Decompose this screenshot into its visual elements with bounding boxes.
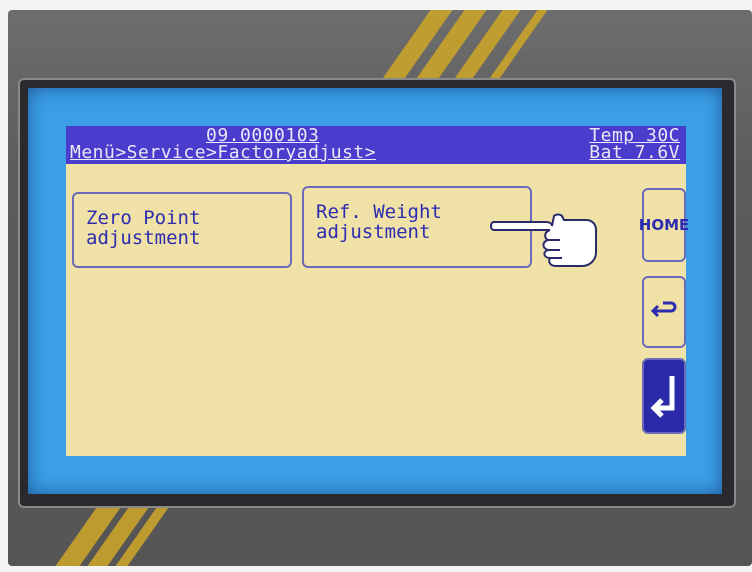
battery-readout: Bat 7.6V (589, 142, 680, 163)
menu-breadcrumb: Menü>Service>Factoryadjust> (70, 142, 377, 163)
zero-point-adjustment-button[interactable]: Zero Point adjustment (72, 192, 292, 268)
button-label-line1: Ref. Weight (316, 201, 442, 223)
status-header: 09.0000103 Menü>Service>Factoryadjust> T… (66, 126, 686, 164)
home-button[interactable]: HOME (639, 188, 689, 262)
enter-button[interactable] (642, 358, 686, 434)
button-label-line2: adjustment (86, 227, 201, 249)
lcd-content: 09.0000103 Menü>Service>Factoryadjust> T… (66, 126, 689, 456)
back-arrow-icon (650, 301, 677, 318)
button-label-line1: Zero Point (86, 207, 201, 229)
pointing-hand-icon (490, 213, 597, 267)
lcd-screen: 09.0000103 Menü>Service>Factoryadjust> T… (28, 88, 722, 494)
enter-arrow-icon (650, 376, 675, 418)
button-label-line2: adjustment (316, 221, 431, 243)
back-button[interactable] (642, 276, 686, 348)
